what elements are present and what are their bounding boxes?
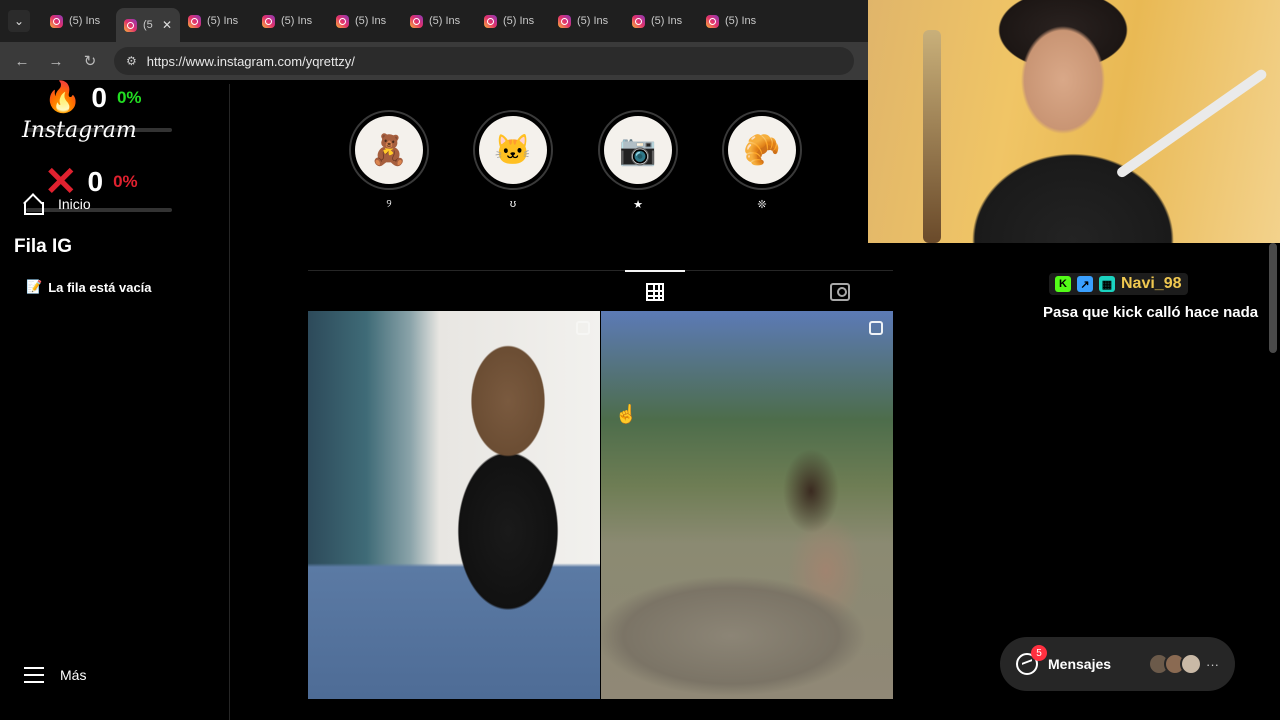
messages-button[interactable]: 5 Mensajes ···	[1000, 637, 1235, 691]
back-arrow-icon[interactable]: ←	[12, 51, 32, 71]
url-text: https://www.instagram.com/yqrettzy/	[146, 53, 355, 69]
highlight-label: ❊	[757, 199, 767, 211]
highlight-ring: 🥐	[722, 110, 802, 190]
hamburger-menu-icon	[24, 667, 44, 683]
left-sidebar: 🔥 0 0% Instagram ✕ 0 0% Inicio Fila IG 📝…	[0, 82, 230, 720]
site-settings-icon[interactable]: ⚙	[126, 54, 137, 68]
tab-tagged[interactable]	[810, 277, 870, 307]
profile-content-tabs	[308, 270, 893, 310]
queue-empty-text: La fila está vacía	[48, 279, 152, 295]
nav-more-label: Más	[60, 667, 87, 683]
instagram-favicon-icon	[706, 14, 719, 28]
instagram-favicon-icon	[410, 14, 423, 28]
carousel-icon	[869, 321, 883, 335]
queue-title: Fila IG	[14, 236, 73, 257]
browser-tab[interactable]: (5) Ins	[550, 6, 624, 36]
tab-title: (5) Ins	[207, 15, 239, 27]
tab-title: (5	[143, 19, 153, 31]
tab-search-button[interactable]: ⌄	[8, 10, 30, 32]
memo-icon: 📝	[26, 279, 43, 294]
browser-tab[interactable]: (5) Ins	[402, 6, 476, 36]
highlight-ring: 📷	[598, 110, 678, 190]
queue-empty-message: 📝 La fila está vacía	[26, 279, 152, 295]
nav-more[interactable]: Más	[24, 667, 86, 683]
highlight-label: ★	[633, 199, 643, 211]
browser-tab[interactable]: (5) Ins	[624, 6, 698, 36]
messages-label: Mensajes	[1048, 656, 1112, 672]
tab-title: (5) Ins	[651, 15, 683, 27]
avatar	[1180, 653, 1202, 675]
tab-title: (5) Ins	[577, 15, 609, 27]
tab-title: (5) Ins	[429, 15, 461, 27]
story-highlight[interactable]: 🥐 ❊	[720, 110, 804, 211]
reload-icon[interactable]: ↻	[80, 51, 100, 71]
browser-tab[interactable]: (5) Ins	[254, 6, 328, 36]
instagram-favicon-icon	[124, 18, 137, 32]
story-highlight[interactable]: 🐱 ʊ	[471, 110, 555, 210]
tab-title: (5) Ins	[725, 15, 757, 27]
instagram-favicon-icon	[50, 14, 63, 28]
tagged-user-icon	[830, 283, 850, 301]
tab-title: (5) Ins	[503, 15, 535, 27]
highlight-label: ୨	[386, 198, 392, 210]
browser-tab[interactable]: (5) Ins	[180, 6, 254, 36]
home-icon	[22, 194, 44, 215]
camera-icon: 📷	[604, 116, 672, 184]
instagram-favicon-icon	[632, 14, 645, 28]
browser-tab[interactable]: (5) Ins	[476, 6, 550, 36]
chat-message: Pasa que kick calló hace nada	[1043, 304, 1259, 321]
fire-icon: 🔥	[44, 81, 82, 114]
unread-badge: 5	[1031, 645, 1047, 661]
webcam-overlay	[868, 0, 1280, 243]
scrollbar-thumb[interactable]	[1269, 243, 1277, 353]
browser-tab-active[interactable]: (5 ✕	[116, 8, 180, 42]
post-thumbnail[interactable]	[308, 311, 600, 699]
recent-avatars: ···	[1148, 653, 1219, 675]
post-thumbnail[interactable]	[601, 311, 893, 699]
teddy-bear-icon: 🧸	[355, 116, 423, 184]
cat-icon: 🐱	[479, 116, 547, 184]
instagram-favicon-icon	[336, 14, 349, 28]
tab-title: (5) Ins	[355, 15, 387, 27]
highlight-ring: 🐱	[473, 110, 553, 190]
instagram-favicon-icon	[558, 14, 571, 28]
tab-posts[interactable]	[625, 270, 685, 307]
story-highlight[interactable]: 📷 ★	[596, 110, 680, 211]
instagram-logo[interactable]: Instagram	[22, 118, 137, 143]
url-field[interactable]: ⚙ https://www.instagram.com/yqrettzy/	[114, 47, 854, 75]
grid-icon	[646, 283, 664, 301]
story-highlight[interactable]: 🧸 ୨	[347, 110, 431, 211]
microphone-arm-image	[1115, 67, 1269, 180]
kick-badge-icon: K	[1055, 276, 1071, 292]
hits-counter: 🔥 0 0%	[44, 82, 142, 114]
tab-title: (5) Ins	[281, 15, 313, 27]
chat-user-row: K ↗ ▦ Navi_98	[1049, 273, 1188, 295]
screen: ⌄ (5) Ins (5 ✕ (5) Ins (5) Ins (5) Ins (5…	[0, 0, 1280, 720]
messenger-icon: 5	[1016, 645, 1047, 675]
nav-home[interactable]: Inicio	[22, 194, 91, 215]
nav-home-label: Inicio	[58, 196, 91, 212]
forward-arrow-icon[interactable]: →	[46, 51, 66, 71]
instagram-favicon-icon	[484, 14, 497, 28]
browser-tab[interactable]: (5) Ins	[698, 6, 772, 36]
hits-count: 0	[91, 82, 107, 113]
browser-tab[interactable]: (5) Ins	[42, 6, 116, 36]
carousel-icon	[576, 321, 590, 335]
close-tab-icon[interactable]: ✕	[162, 18, 172, 32]
more-dots-icon: ···	[1206, 656, 1219, 672]
hand-cursor-icon: ☝	[615, 404, 638, 424]
verified-badge-icon: ↗	[1077, 276, 1093, 292]
sub-badge-icon: ▦	[1099, 276, 1115, 292]
instagram-favicon-icon	[188, 14, 201, 28]
misses-percent: 0%	[113, 172, 138, 191]
highlight-ring: 🧸	[349, 110, 429, 190]
tab-title: (5) Ins	[69, 15, 101, 27]
hits-percent: 0%	[116, 88, 142, 107]
guitar-image	[923, 30, 941, 243]
instagram-favicon-icon	[262, 14, 275, 28]
chat-username: Navi_98	[1121, 275, 1182, 292]
highlight-label: ʊ	[509, 198, 517, 210]
croissant-icon: 🥐	[728, 116, 796, 184]
browser-tab[interactable]: (5) Ins	[328, 6, 402, 36]
